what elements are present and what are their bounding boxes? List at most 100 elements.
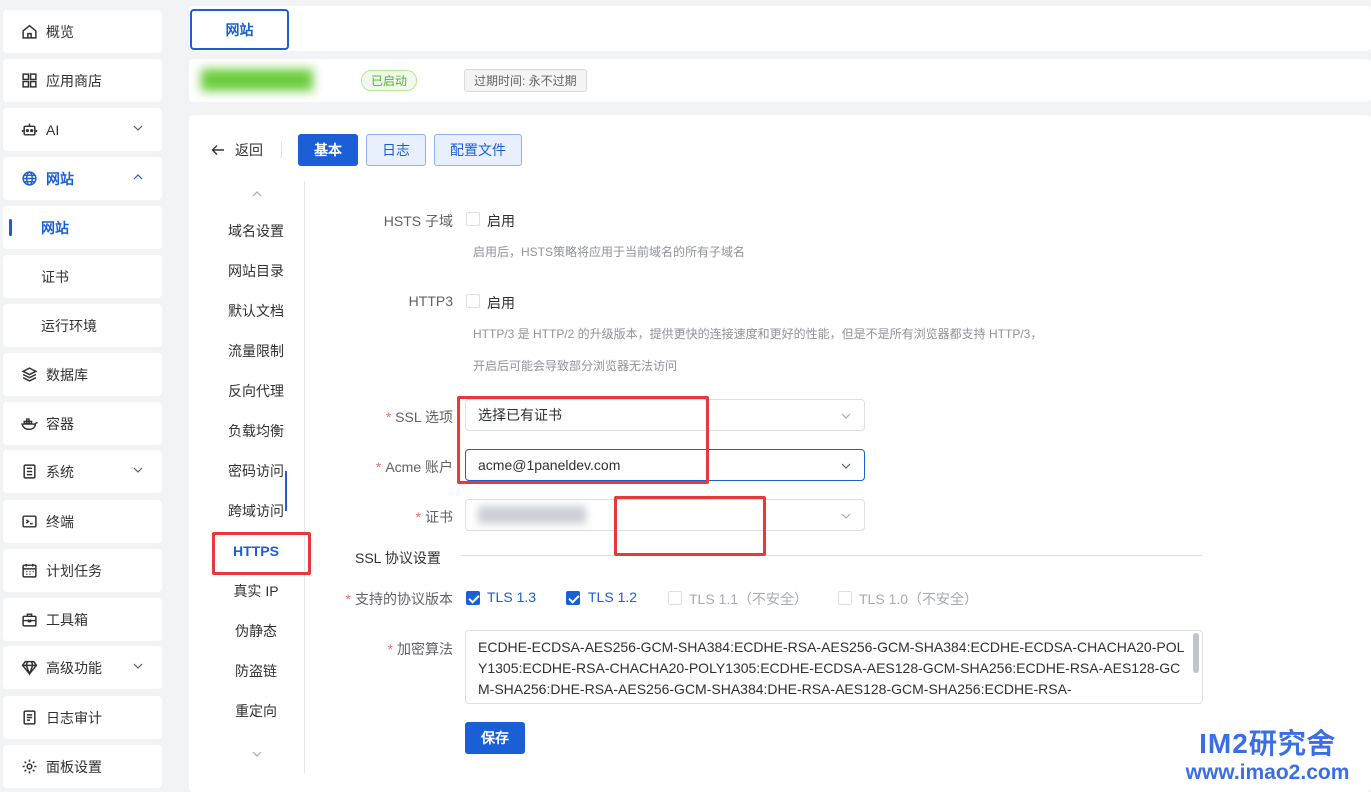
tls12-checkbox[interactable] xyxy=(566,591,580,605)
home-icon xyxy=(19,22,39,42)
chevron-down-icon xyxy=(133,467,143,473)
ssl-option-label: * SSL 选项 xyxy=(385,409,453,425)
hsts-subdomain-checkbox[interactable] xyxy=(466,212,480,226)
menu-item-rate-limit[interactable]: 流量限制 xyxy=(207,341,305,361)
sidebar-subitem-certificate[interactable]: 证书 xyxy=(3,255,162,298)
layers-icon xyxy=(19,365,39,385)
tab-website[interactable]: 网站 xyxy=(190,9,289,50)
menu-item-https[interactable]: HTTPS xyxy=(207,541,305,561)
sidebar-item-label: 网站 xyxy=(46,170,74,187)
tls10-label: TLS 1.0（不安全） xyxy=(859,591,979,607)
sidebar-item-label: 高级功能 xyxy=(46,659,102,676)
basic-button[interactable]: 基本 xyxy=(298,134,358,166)
hsts-subdomain-check-label: 启用 xyxy=(487,213,515,229)
http3-check-label: 启用 xyxy=(487,295,515,311)
back-label: 返回 xyxy=(235,142,263,158)
menu-item-domain[interactable]: 域名设置 xyxy=(207,221,305,241)
sidebar-item-label: 数据库 xyxy=(46,366,88,383)
toolbox-icon xyxy=(19,610,39,630)
grid-icon xyxy=(19,71,39,91)
chevron-down-icon xyxy=(841,413,851,419)
ssl-option-label-text: SSL 选项 xyxy=(395,409,453,425)
tls10-checkbox[interactable] xyxy=(838,591,852,605)
tls12-label: TLS 1.2 xyxy=(588,589,638,605)
menu-item-redirect[interactable]: 重定向 xyxy=(207,701,305,721)
sidebar-item-label: 概览 xyxy=(46,23,74,40)
sidebar-item-label: 证书 xyxy=(41,268,69,285)
tls11-label: TLS 1.1（不安全） xyxy=(689,591,809,607)
config-file-button[interactable]: 配置文件 xyxy=(434,134,522,166)
expire-badge: 过期时间: 永不过期 xyxy=(464,69,587,92)
log-button[interactable]: 日志 xyxy=(366,134,426,166)
cipher-textarea[interactable]: ECDHE-ECDSA-AES256-GCM-SHA384:ECDHE-RSA-… xyxy=(465,630,1203,704)
http3-hint-2: 开启后可能会导致部分浏览器无法访问 xyxy=(473,359,678,373)
sidebar-item-label: 计划任务 xyxy=(46,562,102,579)
sidebar-item-website-group[interactable]: 网站 xyxy=(3,157,162,200)
sidebar-item-overview[interactable]: 概览 xyxy=(3,10,162,53)
chevron-down-icon xyxy=(133,125,143,131)
sidebar-item-label: 工具箱 xyxy=(46,611,88,628)
tls11-checkbox[interactable] xyxy=(668,591,682,605)
chevron-up-icon[interactable] xyxy=(251,188,263,200)
protocols-label: * 支持的协议版本 xyxy=(345,591,453,607)
chevron-down-icon xyxy=(133,663,143,669)
tab-bar: 网站 xyxy=(189,6,1371,51)
sidebar-item-cron[interactable]: 计划任务 xyxy=(3,549,162,592)
certificate-label-text: 证书 xyxy=(425,509,453,525)
acme-account-label-text: Acme 账户 xyxy=(385,459,453,475)
site-settings-card: 返回 基本 日志 配置文件 域名设置 网站目录 默认文档 流量限制 反向代理 负… xyxy=(189,115,1371,792)
sidebar-item-audit-log[interactable]: 日志审计 xyxy=(3,696,162,739)
sidebar-item-label: 系统 xyxy=(46,463,74,480)
chevron-down-icon[interactable] xyxy=(251,748,263,760)
server-icon xyxy=(19,462,39,482)
sidebar-item-advanced[interactable]: 高级功能 xyxy=(3,646,162,689)
sidebar-item-panel-settings[interactable]: 面板设置 xyxy=(3,745,162,788)
save-button[interactable]: 保存 xyxy=(465,722,525,754)
chevron-up-icon xyxy=(133,174,143,180)
ssl-option-select[interactable]: 选择已有证书 xyxy=(465,399,865,431)
chevron-down-icon xyxy=(841,463,851,469)
sidebar-item-terminal[interactable]: 终端 xyxy=(3,500,162,543)
http3-checkbox[interactable] xyxy=(466,294,480,308)
menu-item-reverse-proxy[interactable]: 反向代理 xyxy=(207,381,305,401)
menu-item-hotlink[interactable]: 防盗链 xyxy=(207,661,305,681)
menu-item-site-dir[interactable]: 网站目录 xyxy=(207,261,305,281)
tls13-checkbox[interactable] xyxy=(466,591,480,605)
acme-account-value: acme@1paneldev.com xyxy=(478,457,621,473)
log-icon xyxy=(19,708,39,728)
status-badge: 已启动 xyxy=(361,70,418,91)
robot-icon xyxy=(19,120,39,140)
sidebar-item-label: 应用商店 xyxy=(46,72,102,89)
back-button[interactable]: 返回 xyxy=(211,140,263,160)
sidebar-item-system[interactable]: 系统 xyxy=(3,450,162,493)
ssl-protocol-section-title: SSL 协议设置 xyxy=(355,550,441,566)
cipher-label-text: 加密算法 xyxy=(397,641,453,657)
sidebar-subitem-runtime[interactable]: 运行环境 xyxy=(3,304,162,347)
diamond-icon xyxy=(19,658,39,678)
sidebar-item-label: 面板设置 xyxy=(46,758,102,775)
watermark-url: www.imao2.com xyxy=(1185,761,1350,784)
section-divider xyxy=(461,555,1202,556)
divider xyxy=(281,142,282,158)
textarea-scrollbar[interactable] xyxy=(1193,633,1199,673)
site-name-redacted xyxy=(201,69,313,91)
terminal-icon xyxy=(19,512,39,532)
certificate-select[interactable] xyxy=(465,499,865,531)
site-status-bar: 已启动 过期时间: 永不过期 xyxy=(189,59,1371,102)
menu-item-rewrite[interactable]: 伪静态 xyxy=(207,621,305,641)
sidebar-item-container[interactable]: 容器 xyxy=(3,402,162,445)
menu-item-default-doc[interactable]: 默认文档 xyxy=(207,301,305,321)
menu-item-real-ip[interactable]: 真实 IP xyxy=(207,581,305,601)
sidebar-item-appstore[interactable]: 应用商店 xyxy=(3,59,162,102)
acme-account-select[interactable]: acme@1paneldev.com xyxy=(465,449,865,481)
menu-item-load-balance[interactable]: 负载均衡 xyxy=(207,421,305,441)
sidebar-item-database[interactable]: 数据库 xyxy=(3,353,162,396)
sidebar-item-toolbox[interactable]: 工具箱 xyxy=(3,598,162,641)
sidebar-item-ai[interactable]: AI xyxy=(3,108,162,151)
http3-label: HTTP3 xyxy=(408,293,453,309)
menu-item-cors[interactable]: 跨域访问 xyxy=(207,501,305,521)
menu-item-password-access[interactable]: 密码访问 xyxy=(207,461,305,481)
gear-icon xyxy=(19,757,39,777)
chevron-down-icon xyxy=(841,513,851,519)
sidebar-subitem-website[interactable]: 网站 xyxy=(3,206,162,249)
